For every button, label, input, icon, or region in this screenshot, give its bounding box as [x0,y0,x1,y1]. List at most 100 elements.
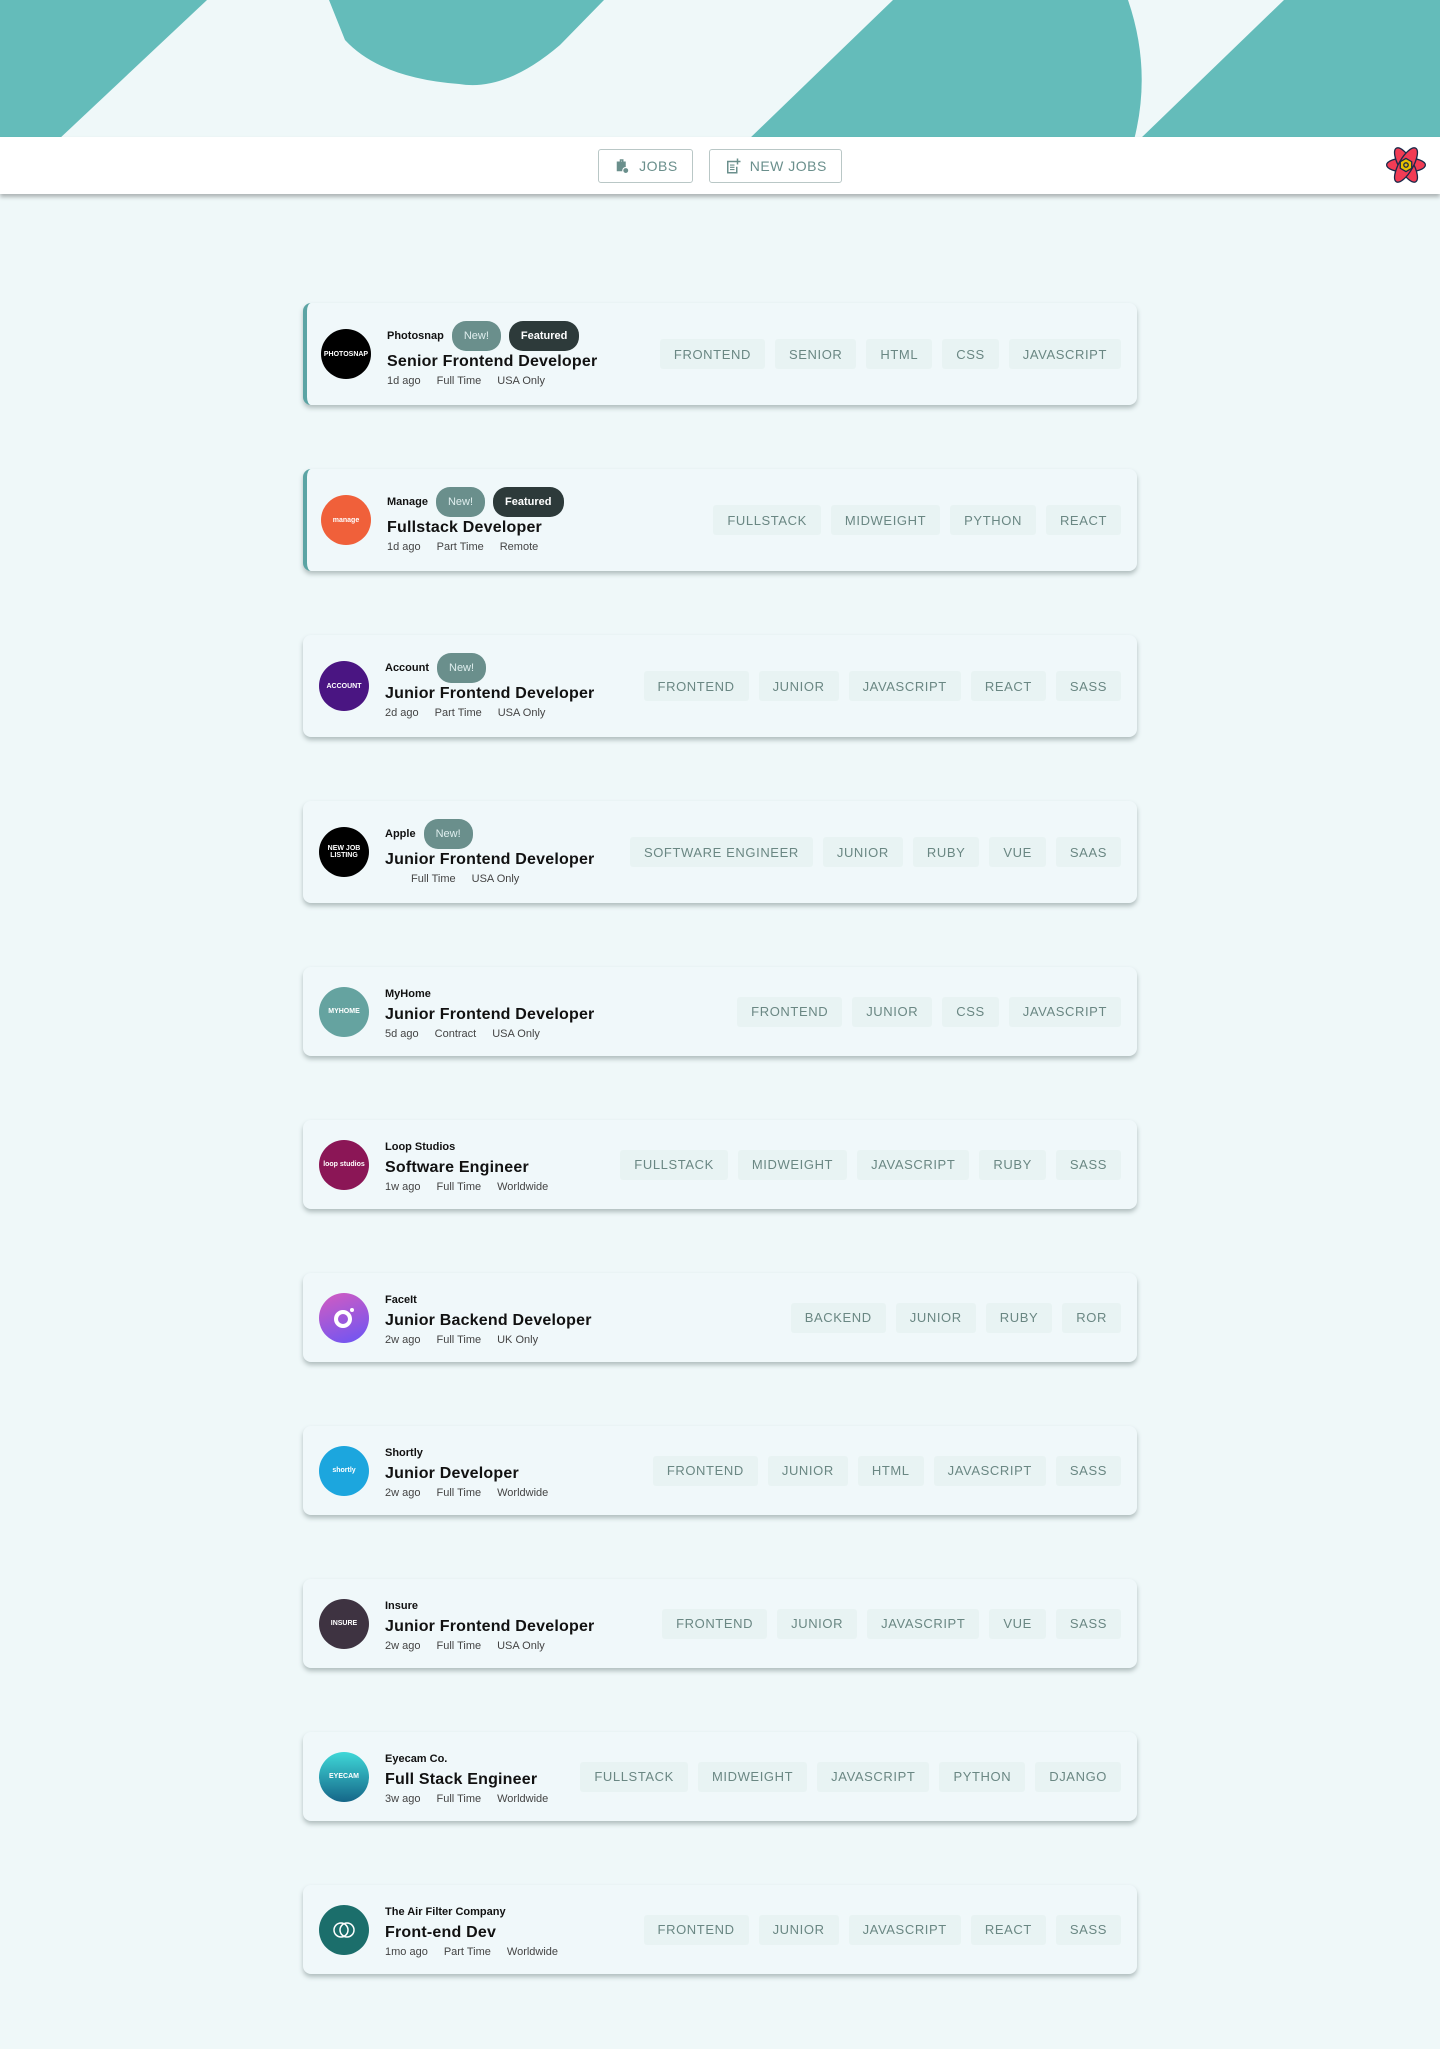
filter-tag[interactable]: REACT [1045,505,1121,535]
job-card[interactable]: manage Manage New! Featured Fullstack De… [303,469,1137,571]
filter-tag[interactable]: JUNIOR [895,1302,976,1333]
filter-tag[interactable]: JAVASCRIPT [1008,339,1121,369]
job-title[interactable]: Front-end Dev [385,1924,558,1942]
job-title[interactable]: Full Stack Engineer [385,1771,548,1789]
filter-tag[interactable]: RUBY [979,1149,1046,1180]
job-card[interactable]: NEW JOB LISTING Apple New! Junior Fronte… [303,801,1137,903]
filter-tag[interactable]: SASS [1055,1455,1121,1486]
filter-tag[interactable]: JAVASCRIPT [867,1608,980,1639]
company-name: The Air Filter Company [385,1905,506,1918]
filter-tag[interactable]: SAAS [1055,837,1121,867]
filter-tag[interactable]: JUNIOR [822,837,903,867]
contract-type: Full Time [436,1792,482,1805]
filter-tag[interactable]: FRONTEND [659,339,765,369]
filter-tag[interactable]: FRONTEND [643,1914,749,1945]
job-card[interactable]: INSURE Insure Junior Frontend Developer … [303,1579,1137,1668]
filter-tag[interactable]: JUNIOR [767,1455,848,1486]
new-jobs-button[interactable]: NEW JOBS [708,148,842,183]
jobs-label: JOBS [639,157,678,174]
tag-list: FRONTEND SENIOR HTML CSS JAVASCRIPT [659,339,1121,369]
job-title[interactable]: Junior Frontend Developer [385,1618,594,1636]
filter-tag[interactable]: DJANGO [1035,1761,1121,1792]
filter-tag[interactable]: JUNIOR [758,671,839,701]
new-badge: New! [423,819,473,849]
filter-tag[interactable]: MIDWEIGHT [737,1149,848,1180]
company-name: Apple [385,828,416,840]
filter-tag[interactable]: JAVASCRIPT [1008,996,1121,1027]
filter-tag[interactable]: SOFTWARE ENGINEER [629,837,813,867]
company-name: Shortly [385,1446,423,1459]
job-card[interactable]: FaceIt Junior Backend Developer 2w ago F… [303,1273,1137,1362]
filter-tag[interactable]: FULLSTACK [580,1761,688,1792]
filter-tag[interactable]: JAVASCRIPT [933,1455,1046,1486]
filter-tag[interactable]: FRONTEND [643,671,749,701]
posted-at: 1d ago [387,541,421,553]
filter-tag[interactable]: HTML [866,339,933,369]
company-logo: ACCOUNT [319,661,369,711]
company-name: Account [385,662,429,674]
job-title[interactable]: Junior Frontend Developer [385,1006,594,1024]
filter-tag[interactable]: ROR [1062,1302,1121,1333]
job-title[interactable]: Junior Backend Developer [385,1312,592,1330]
filter-tag[interactable]: SASS [1055,1914,1121,1945]
job-title[interactable]: Fullstack Developer [387,519,564,537]
job-card[interactable]: ACCOUNT Account New! Junior Frontend Dev… [303,635,1137,737]
filter-tag[interactable]: SASS [1055,671,1121,701]
filter-tag[interactable]: VUE [989,837,1046,867]
filter-tag[interactable]: JAVASCRIPT [817,1761,930,1792]
filter-tag[interactable]: VUE [989,1608,1046,1639]
filter-tag[interactable]: JUNIOR [758,1914,839,1945]
filter-tag[interactable]: CSS [942,339,999,369]
filter-tag[interactable]: FULLSTACK [620,1149,728,1180]
job-card[interactable]: EYECAM Eyecam Co. Full Stack Engineer 3w… [303,1732,1137,1821]
job-card[interactable]: PHOTOSNAP Photosnap New! Featured Senior… [303,303,1137,405]
filter-tag[interactable]: JUNIOR [777,1608,858,1639]
filter-tag[interactable]: JAVASCRIPT [848,671,961,701]
tag-list: FULLSTACK MIDWEIGHT JAVASCRIPT RUBY SASS [620,1149,1121,1180]
filter-tag[interactable]: PYTHON [939,1761,1026,1792]
top-navbar: JOBS NEW JOBS [0,137,1440,194]
job-card[interactable]: shortly Shortly Junior Developer 2w ago … [303,1426,1137,1515]
filter-tag[interactable]: JUNIOR [852,996,933,1027]
contract-type: Full Time [411,873,456,885]
tag-list: FRONTEND JUNIOR CSS JAVASCRIPT [737,996,1121,1027]
filter-tag[interactable]: MIDWEIGHT [697,1761,808,1792]
posted-at: 1w ago [385,1180,421,1193]
filter-tag[interactable]: PYTHON [950,505,1036,535]
jobs-button[interactable]: JOBS [598,148,693,183]
job-title[interactable]: Junior Developer [385,1465,548,1483]
featured-badge: Featured [508,321,580,351]
job-title[interactable]: Junior Frontend Developer [385,685,594,703]
tag-list: FRONTEND JUNIOR JAVASCRIPT REACT SASS [643,1914,1121,1945]
job-card[interactable]: loop studios Loop Studios Software Engin… [303,1120,1137,1209]
filter-tag[interactable]: FULLSTACK [713,505,821,535]
filter-tag[interactable]: FRONTEND [662,1608,768,1639]
filter-tag[interactable]: CSS [942,996,999,1027]
filter-tag[interactable]: RUBY [985,1302,1053,1333]
react-atom-icon[interactable] [1384,143,1428,187]
job-card[interactable]: MYHOME MyHome Junior Frontend Developer … [303,967,1137,1056]
job-list: PHOTOSNAP Photosnap New! Featured Senior… [303,303,1137,1974]
contract-type: Full Time [436,375,482,387]
company-name: Manage [387,496,428,508]
contract-type: Full Time [436,1486,482,1499]
job-title[interactable]: Junior Frontend Developer [385,851,594,869]
filter-tag[interactable]: REACT [970,1914,1046,1945]
filter-tag[interactable]: MIDWEIGHT [830,505,941,535]
posted-at: 2w ago [385,1486,421,1499]
filter-tag[interactable]: SASS [1055,1608,1121,1639]
job-title[interactable]: Senior Frontend Developer [387,353,597,371]
filter-tag[interactable]: JAVASCRIPT [857,1149,970,1180]
filter-tag[interactable]: SASS [1055,1149,1121,1180]
filter-tag[interactable]: BACKEND [790,1302,886,1333]
tag-list: FULLSTACK MIDWEIGHT JAVASCRIPT PYTHON DJANGO [580,1761,1121,1792]
job-card[interactable]: The Air Filter Company Front-end Dev 1mo… [303,1885,1137,1974]
filter-tag[interactable]: HTML [857,1455,924,1486]
filter-tag[interactable]: JAVASCRIPT [848,1914,961,1945]
filter-tag[interactable]: FRONTEND [737,996,843,1027]
job-title[interactable]: Software Engineer [385,1159,548,1177]
filter-tag[interactable]: REACT [970,671,1046,701]
filter-tag[interactable]: FRONTEND [652,1455,758,1486]
filter-tag[interactable]: SENIOR [774,339,857,369]
filter-tag[interactable]: RUBY [912,837,980,867]
